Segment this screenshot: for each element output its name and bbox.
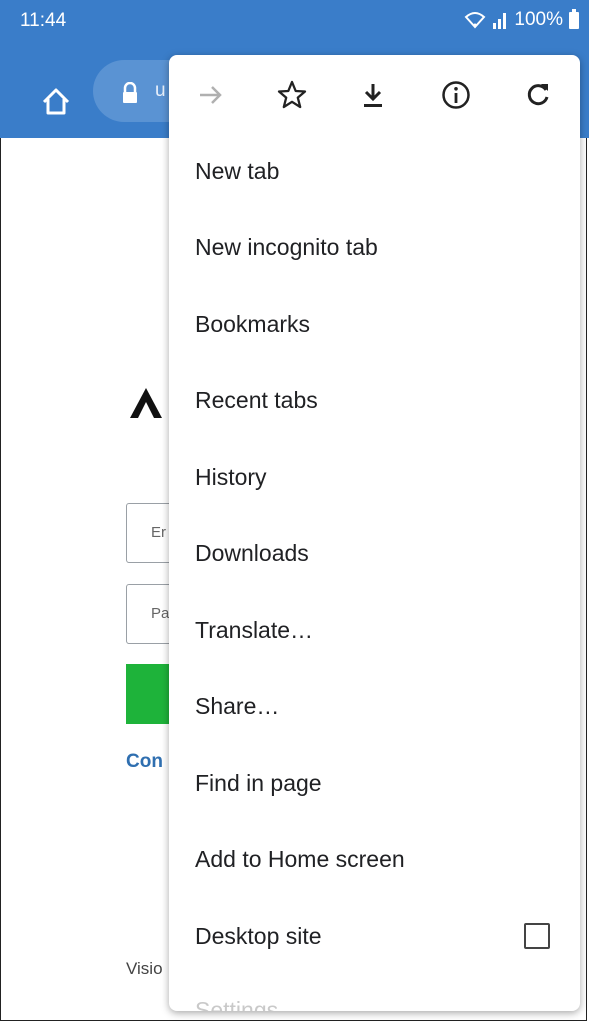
menu-item-bookmarks[interactable]: Bookmarks — [169, 286, 580, 362]
download-icon — [364, 84, 382, 107]
bookmark-star-icon — [277, 80, 307, 109]
menu-item-find-in-page[interactable]: Find in page — [169, 745, 580, 821]
signal-icon — [492, 11, 508, 29]
email-placeholder: Er — [151, 524, 166, 541]
lock-icon — [121, 81, 139, 109]
menu-item-history[interactable]: History — [169, 439, 580, 515]
reload-button[interactable] — [518, 75, 558, 115]
menu-item-label: Share… — [195, 692, 280, 719]
menu-item-label: Recent tabs — [195, 386, 318, 413]
reload-icon — [527, 84, 549, 106]
menu-item-label: History — [195, 463, 267, 490]
menu-item-label: New tab — [195, 157, 280, 184]
download-button[interactable] — [353, 75, 393, 115]
bookmark-button[interactable] — [272, 75, 312, 115]
menu-action-row — [169, 55, 580, 135]
menu-item-label: Find in page — [195, 769, 322, 796]
menu-item-label: Desktop site — [195, 922, 322, 949]
menu-item-new-tab[interactable]: New tab — [169, 133, 580, 209]
battery-icon — [569, 8, 579, 29]
menu-item-label: Bookmarks — [195, 310, 311, 337]
menu-item-label: New incognito tab — [195, 233, 378, 260]
address-text: u — [155, 80, 166, 101]
wifi-icon — [464, 11, 486, 29]
menu-item-label: Downloads — [195, 539, 309, 566]
home-button[interactable] — [36, 82, 76, 122]
menu-item-new-incognito-tab[interactable]: New incognito tab — [169, 209, 580, 285]
page-info-button[interactable] — [436, 75, 476, 115]
page-link[interactable]: Con — [126, 751, 163, 773]
menu-item-desktop-site[interactable]: Desktop site — [169, 898, 580, 974]
menu-item-downloads[interactable]: Downloads — [169, 515, 580, 591]
page-footer-text: Visio — [126, 959, 163, 978]
status-right: 100% — [464, 8, 579, 31]
menu-item-label: Translate… — [195, 616, 314, 643]
desktop-site-checkbox[interactable] — [524, 923, 550, 949]
home-icon — [42, 88, 70, 115]
menu-item-translate[interactable]: Translate… — [169, 592, 580, 668]
forward-button[interactable] — [191, 75, 231, 115]
menu-item-label: Settings — [195, 996, 279, 1012]
menu-item-label: Add to Home screen — [195, 845, 405, 872]
menu-item-settings[interactable]: Settings — [169, 972, 580, 1012]
status-time: 11:44 — [20, 10, 67, 31]
menu-item-add-to-home-screen[interactable]: Add to Home screen — [169, 821, 580, 897]
menu-item-share[interactable]: Share… — [169, 668, 580, 744]
site-logo — [126, 382, 166, 427]
overflow-menu: New tab New incognito tab Bookmarks Rece… — [169, 55, 580, 1011]
menu-item-recent-tabs[interactable]: Recent tabs — [169, 362, 580, 438]
info-icon — [442, 81, 470, 109]
forward-icon — [200, 86, 222, 104]
password-placeholder: Pa — [151, 605, 170, 622]
status-bar: 11:44 100% — [0, 0, 589, 40]
battery-percent: 100% — [514, 9, 563, 30]
